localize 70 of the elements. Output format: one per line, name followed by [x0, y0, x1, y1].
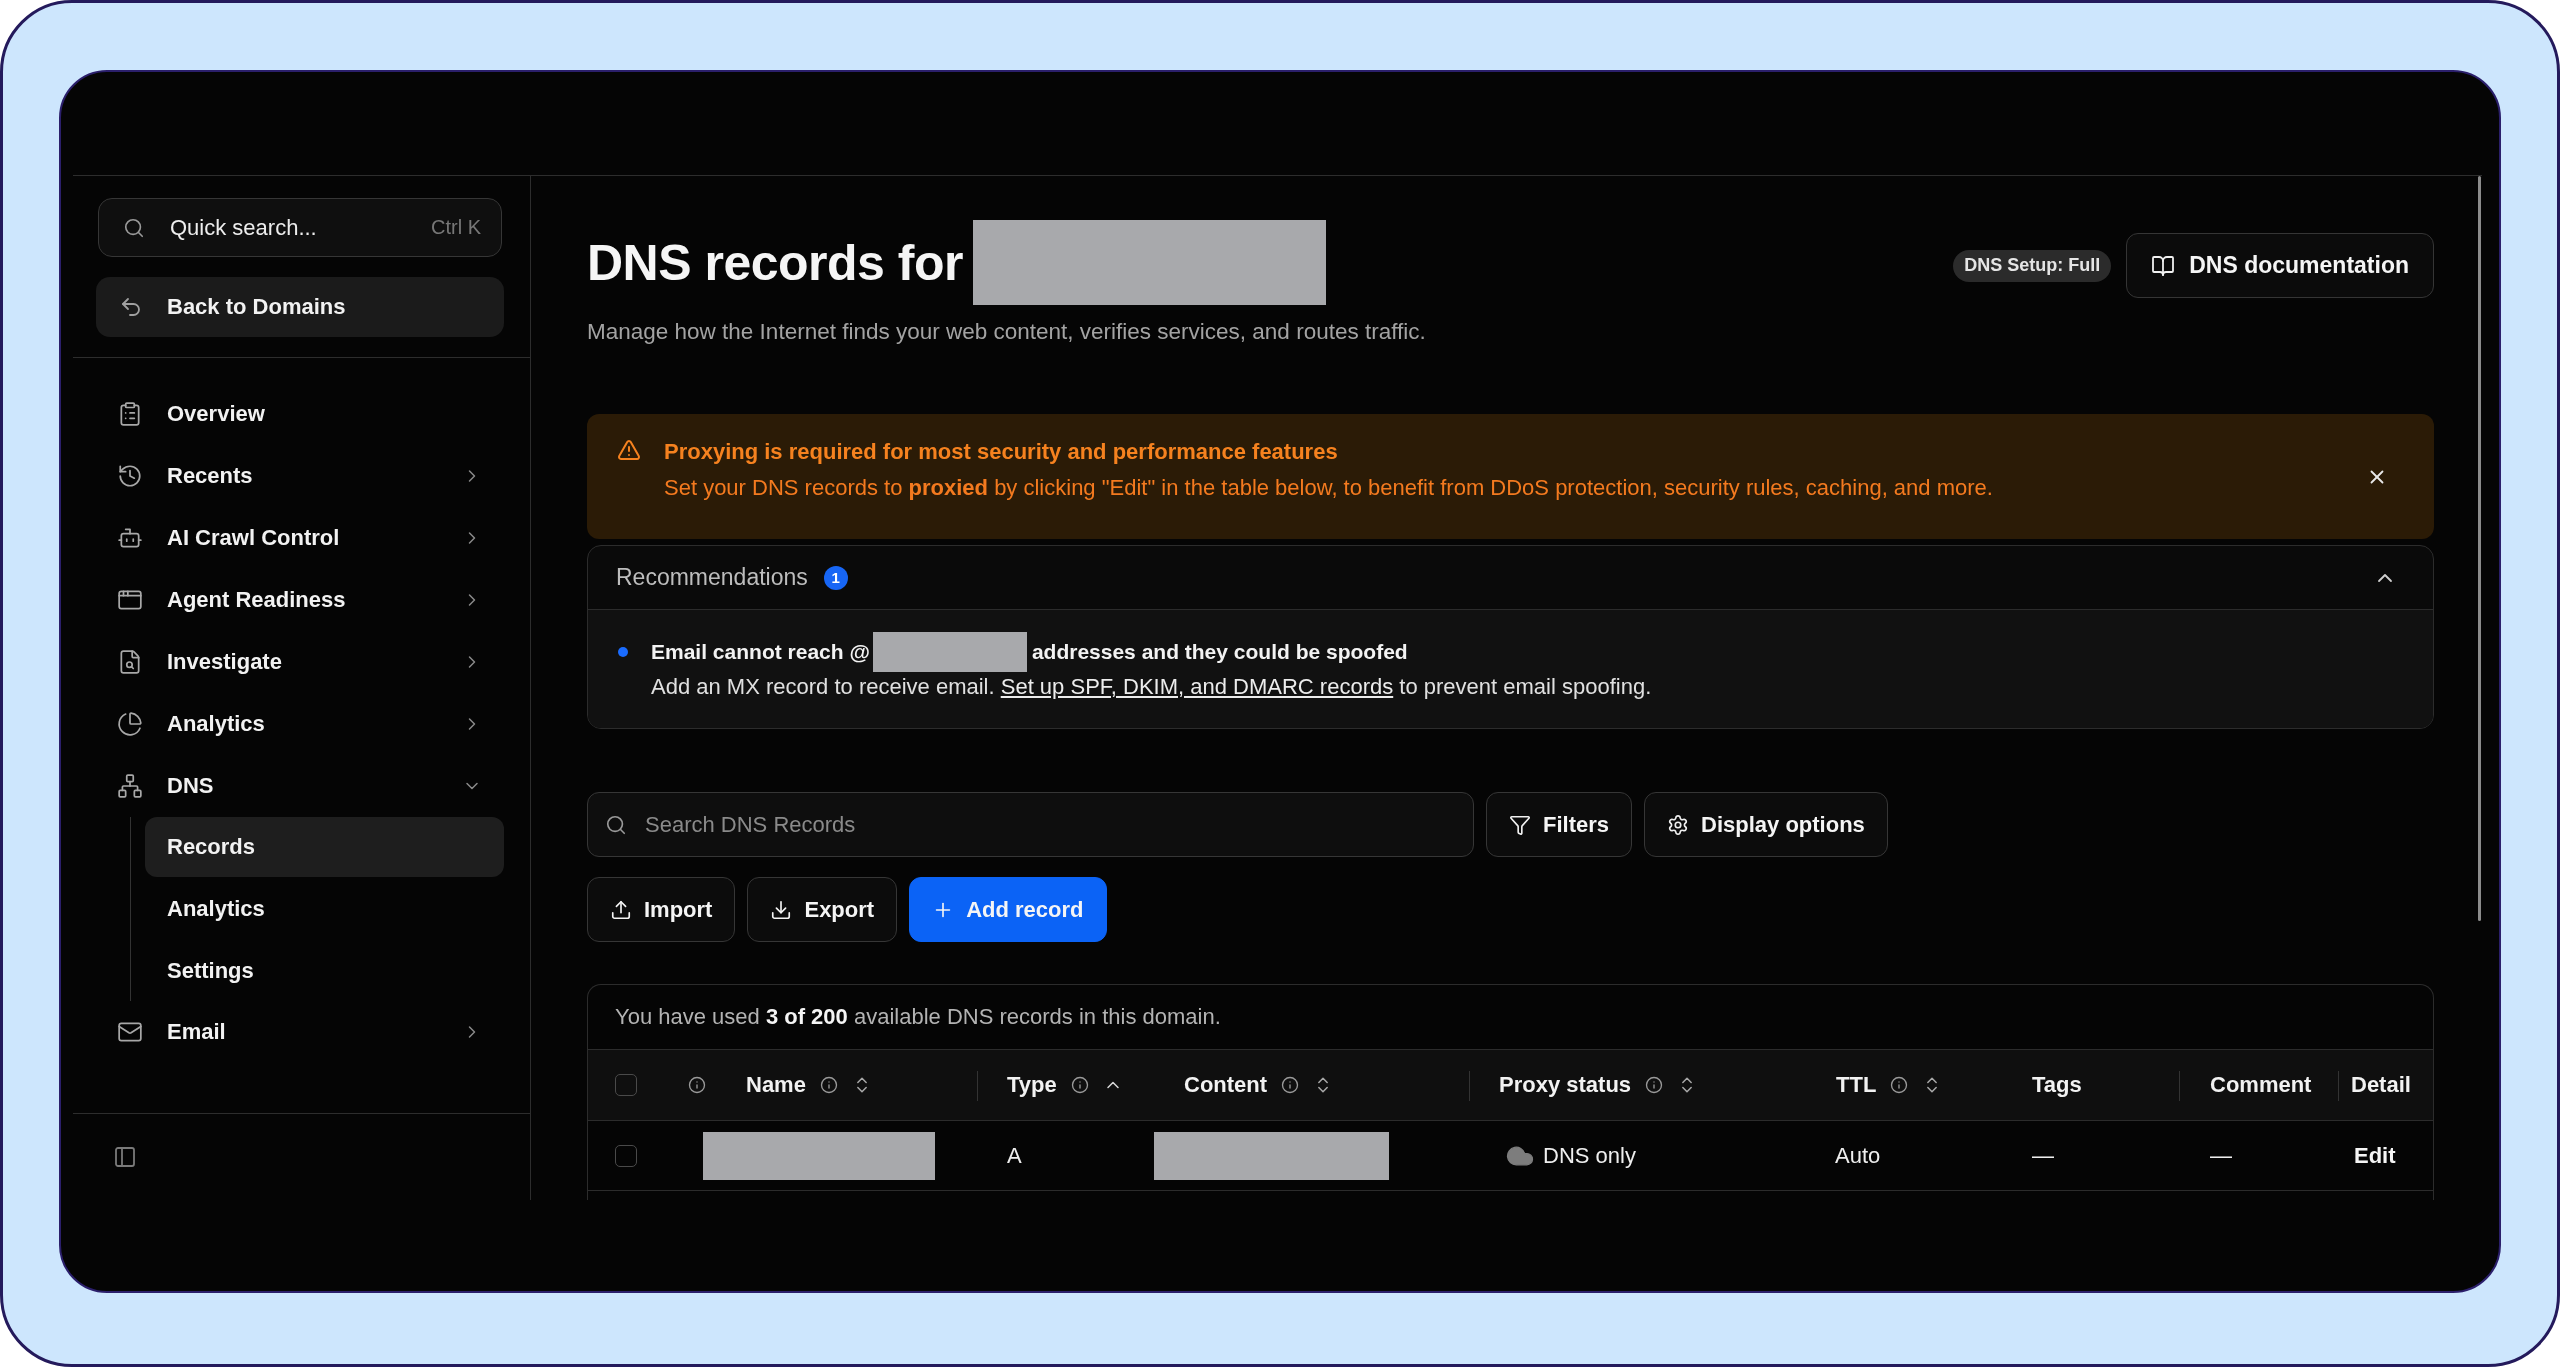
hierarchy-icon: [117, 773, 143, 799]
alert-title: Proxying is required for most security and performance features: [664, 438, 1338, 466]
sidebar-item[interactable]: Recents: [73, 445, 530, 507]
back-arrow-icon: [119, 295, 143, 319]
table-cell-text: A: [1006, 1141, 1023, 1170]
book-icon: [2151, 253, 2176, 278]
edit-button[interactable]: Edit: [2354, 1142, 2396, 1169]
sidebar-item[interactable]: Email: [73, 1001, 530, 1063]
window-icon: [117, 587, 143, 613]
status-dot-icon: [618, 647, 628, 657]
recommendation-title: Email cannot reach @: [651, 640, 870, 664]
column-header[interactable]: Comment: [2210, 1072, 2312, 1098]
sidebar-item[interactable]: AI Crawl Control: [73, 507, 530, 569]
sidebar-subitem[interactable]: Settings: [145, 941, 504, 1001]
table-cell: DNS only: [1543, 1142, 1636, 1169]
checkbox[interactable]: [615, 1074, 637, 1096]
recommendation-text: Add an MX record to receive email. Set up SPF, DKIM, and DMARC records to prevent email spoofing.: [650, 673, 1652, 701]
sidebar-item[interactable]: Overview: [73, 383, 530, 445]
search-field[interactable]: Search DNS Records: [587, 792, 1474, 857]
usage-text: You have used 3 of 200 available DNS records in this domain.: [615, 1004, 1221, 1030]
search-icon: [605, 813, 627, 836]
column-header[interactable]: Tags: [2032, 1072, 2082, 1098]
download-icon: [770, 898, 793, 921]
recommendation-title: addresses and they could be spoofed: [1031, 640, 1408, 664]
display-options-button[interactable]: Display options: [1644, 792, 1888, 857]
search-icon: [123, 216, 145, 239]
upload-icon: [610, 898, 632, 921]
action-button[interactable]: Export: [747, 877, 898, 942]
warning-icon: [617, 438, 641, 462]
action-button[interactable]: Add record: [909, 877, 1107, 942]
checkbox[interactable]: [615, 1144, 637, 1167]
docs-button[interactable]: DNS documentation: [2126, 233, 2434, 298]
page-subtitle: Manage how the Internet finds your web content, verifies services, and routes traffic.: [587, 318, 1426, 346]
column-header[interactable]: TTL: [1836, 1072, 1877, 1098]
setup-badge: DNS Setup: Full: [1953, 249, 2112, 282]
filters-button[interactable]: Filters: [1486, 792, 1633, 857]
alert-message: Set your DNS records to proxied by clicking "Edit" in the table below, to benefit from DDoS protection, security rules, caching, and more.: [664, 474, 1993, 502]
robot-icon: [117, 525, 143, 551]
column-header[interactable]: Type: [1007, 1072, 1057, 1098]
recommendations-title: Recommendations: [616, 564, 808, 591]
count-badge: 1: [823, 565, 848, 590]
sidebar-toggle-icon[interactable]: [113, 1145, 137, 1169]
sidebar-item[interactable]: Agent Readiness: [73, 569, 530, 631]
sidebar-subitem[interactable]: Records: [145, 817, 504, 877]
clipboard-icon: [117, 401, 143, 427]
document-search-icon: [117, 649, 143, 675]
scrollbar[interactable]: [2478, 176, 2481, 921]
sidebar-item[interactable]: Analytics: [73, 693, 530, 755]
clock-icon: [117, 463, 143, 489]
quick-search-field[interactable]: Quick search... Ctrl K: [98, 198, 502, 257]
table-cell-text: —: [2209, 1141, 2233, 1170]
gear-icon: [1667, 813, 1690, 836]
table-cell-text: Auto: [1834, 1141, 1882, 1170]
page-title: DNS records for: [587, 233, 963, 292]
back-button[interactable]: Back to Domains: [96, 277, 504, 337]
shortcut-hint: Ctrl K: [431, 216, 481, 239]
funnel-icon: [1509, 813, 1531, 836]
column-header[interactable]: Proxy status: [1499, 1072, 1632, 1098]
column-header[interactable]: Content: [1184, 1072, 1268, 1098]
envelope-icon: [117, 1019, 143, 1045]
table-cell-text: —: [2031, 1141, 2055, 1170]
action-button[interactable]: Import: [587, 877, 736, 942]
column-header[interactable]: Name: [746, 1072, 806, 1098]
column-header[interactable]: Detail: [2351, 1072, 2411, 1098]
info-icon: [688, 1076, 706, 1094]
sidebar-item[interactable]: Investigate: [73, 631, 530, 693]
pie-chart-icon: [117, 711, 143, 737]
sidebar-subitem[interactable]: Analytics: [145, 879, 504, 939]
sidebar-item[interactable]: DNS: [73, 755, 530, 817]
link[interactable]: Set up SPF, DKIM, and DMARC records: [1000, 674, 1394, 699]
